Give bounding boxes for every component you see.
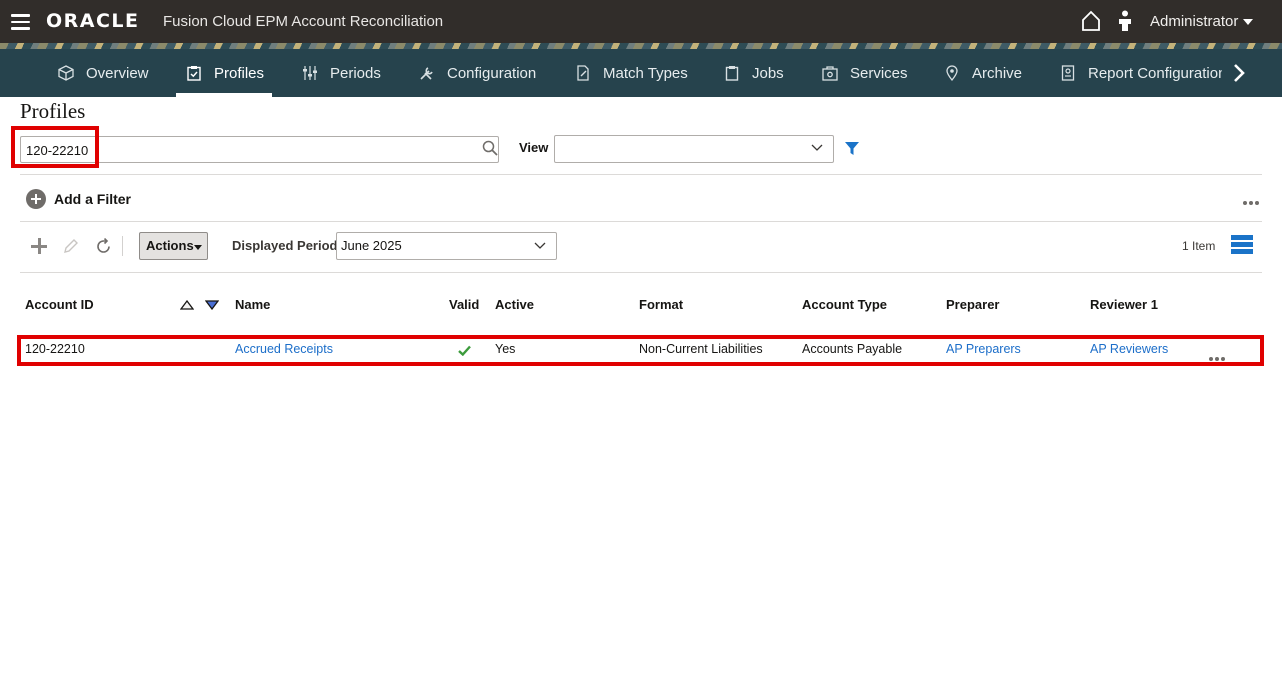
report-icon: [1061, 65, 1075, 81]
top-bar: ORACLE Fusion Cloud EPM Account Reconcil…: [0, 0, 1282, 43]
column-header-valid[interactable]: Valid: [449, 297, 479, 312]
home-icon[interactable]: [1081, 10, 1101, 32]
tab-report-configuration[interactable]: Report Configuration: [1060, 49, 1226, 97]
list-view-icon[interactable]: [1231, 235, 1253, 254]
column-header-preparer[interactable]: Preparer: [946, 297, 999, 312]
document-edit-icon: [577, 65, 589, 81]
displayed-period-value: June 2025: [341, 238, 402, 253]
divider: [20, 272, 1262, 273]
column-header-account-id[interactable]: Account ID: [25, 297, 94, 312]
edit-pencil-icon[interactable]: [62, 237, 80, 255]
tools-icon: [420, 67, 433, 80]
row-highlight-box: [17, 335, 1264, 366]
tab-archive[interactable]: Archive: [944, 49, 1022, 97]
tab-periods[interactable]: Periods: [302, 49, 381, 97]
toolbar-separator: [122, 236, 123, 256]
displayed-period-label: Displayed Period: [232, 238, 338, 253]
chevron-down-icon[interactable]: [1243, 19, 1253, 25]
tab-label: Configuration: [447, 64, 537, 82]
app-title: Fusion Cloud EPM Account Reconciliation: [163, 13, 444, 30]
tab-label: Report Configuration: [1088, 64, 1227, 82]
item-count: 1 Item: [1182, 239, 1216, 253]
tab-services[interactable]: Services: [822, 49, 908, 97]
tab-match-types[interactable]: Match Types: [575, 49, 688, 97]
search-icon[interactable]: [482, 140, 498, 156]
tab-label: Jobs: [752, 64, 784, 82]
tab-label: Match Types: [603, 64, 688, 82]
view-label: View: [519, 140, 549, 155]
column-header-reviewer-1[interactable]: Reviewer 1: [1090, 297, 1158, 312]
refresh-icon[interactable]: [95, 238, 112, 255]
chevron-down-icon: [534, 242, 546, 249]
clipboard-check-icon: [187, 66, 201, 81]
column-header-format[interactable]: Format: [639, 297, 683, 312]
tab-overview[interactable]: Overview: [58, 49, 149, 97]
more-options-icon[interactable]: [1243, 192, 1261, 205]
hamburger-menu-icon[interactable]: [11, 14, 30, 30]
briefcase-gear-icon: [822, 66, 838, 81]
tab-jobs[interactable]: Jobs: [724, 49, 784, 97]
tab-label: Profiles: [214, 64, 265, 82]
user-icon: [1119, 10, 1131, 31]
caret-down-icon: [194, 245, 202, 250]
chevron-right-icon: [1234, 64, 1245, 82]
actions-menu-button[interactable]: Actions: [139, 232, 208, 260]
sliders-icon: [303, 66, 317, 80]
sort-descending-icon[interactable]: [205, 300, 219, 310]
divider: [20, 174, 1262, 175]
tab-profiles[interactable]: Profiles: [175, 49, 273, 97]
filter-icon[interactable]: [845, 142, 859, 156]
add-filter-button[interactable]: Add a Filter: [54, 191, 131, 207]
add-circle-icon[interactable]: [26, 189, 46, 209]
tab-label: Overview: [86, 64, 149, 82]
tab-configuration[interactable]: Configuration: [419, 49, 536, 97]
column-header-name[interactable]: Name: [235, 297, 270, 312]
column-header-active[interactable]: Active: [495, 297, 534, 312]
search-highlight-box: [11, 126, 99, 168]
tab-label: Services: [850, 64, 908, 82]
nav-scroll-right-button[interactable]: [1222, 49, 1282, 97]
page-title: Profiles: [20, 99, 86, 123]
displayed-period-select[interactable]: June 2025: [336, 232, 557, 260]
clipboard-icon: [725, 66, 739, 81]
cube-icon: [58, 65, 74, 81]
user-menu[interactable]: Administrator: [1150, 13, 1238, 30]
actions-label: Actions: [146, 238, 194, 253]
tab-label: Archive: [972, 64, 1023, 82]
location-pin-icon: [946, 65, 958, 81]
add-icon[interactable]: [31, 238, 47, 254]
tab-label: Periods: [330, 64, 381, 82]
view-select[interactable]: [554, 135, 834, 163]
oracle-logo: ORACLE: [46, 10, 140, 32]
chevron-down-icon: [811, 144, 823, 151]
divider: [20, 221, 1262, 222]
column-header-account-type[interactable]: Account Type: [802, 297, 887, 312]
sort-ascending-icon[interactable]: [180, 300, 194, 310]
nav-bar: Overview Profiles Periods Configuration …: [0, 49, 1282, 97]
